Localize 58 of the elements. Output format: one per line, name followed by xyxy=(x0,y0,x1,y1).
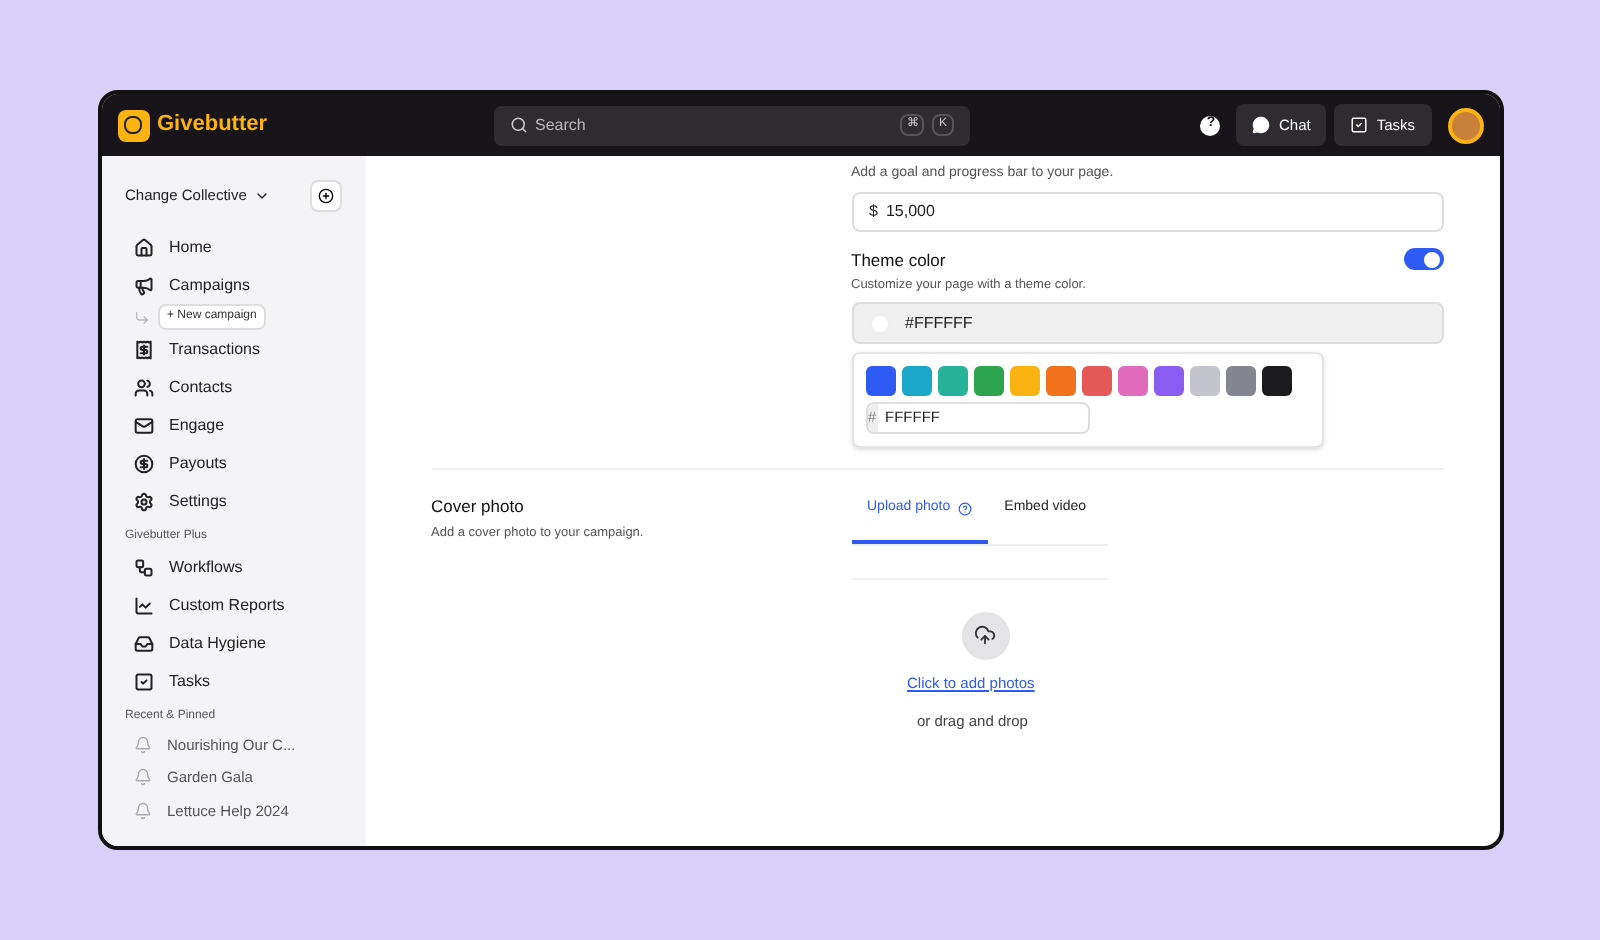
sidebar-item[interactable]: Tasks xyxy=(125,664,341,700)
color-swatch[interactable] xyxy=(1261,366,1291,396)
sidebar-item[interactable]: Home xyxy=(125,230,341,266)
goal-amount-field[interactable]: $ 15,000 xyxy=(851,191,1443,231)
search-input[interactable]: Search xyxy=(535,113,893,137)
color-swatch[interactable] xyxy=(1189,366,1219,396)
search-icon xyxy=(509,116,527,134)
checkbox-icon xyxy=(133,672,153,692)
checkbox-icon xyxy=(1350,116,1369,134)
house-icon xyxy=(133,238,153,258)
sidebar-item[interactable]: Campaigns xyxy=(125,268,341,304)
corner-arrow-icon xyxy=(133,309,149,325)
sidebar-item[interactable]: Engage xyxy=(125,408,341,444)
color-swatch[interactable] xyxy=(1081,366,1111,396)
color-swatch[interactable] xyxy=(937,366,967,396)
megaphone-icon xyxy=(133,276,153,296)
color-swatch[interactable] xyxy=(1009,366,1039,396)
chat-bubble-icon xyxy=(1252,116,1271,134)
sidebar-item[interactable]: Data Hygiene xyxy=(125,626,341,662)
chevron-down-icon xyxy=(254,188,271,204)
people-icon xyxy=(133,378,153,398)
add-button[interactable] xyxy=(309,180,341,212)
sidebar-item[interactable]: Payouts xyxy=(125,446,341,482)
dollar-coin-icon xyxy=(133,454,153,474)
color-swatch[interactable] xyxy=(1225,366,1255,396)
chart-icon xyxy=(133,596,153,616)
envelope-icon xyxy=(133,416,153,436)
cover-photo-title: Cover photo xyxy=(431,494,526,520)
color-swatch[interactable] xyxy=(973,366,1003,396)
theme-color-toggle[interactable] xyxy=(1403,248,1443,271)
receipt-icon xyxy=(133,340,153,360)
plus-circle-icon xyxy=(317,188,333,204)
color-swatch[interactable] xyxy=(1117,366,1147,396)
color-value: #FFFFFF xyxy=(905,311,973,335)
color-swatch[interactable] xyxy=(1045,366,1075,396)
sidebar-item[interactable]: Custom Reports xyxy=(125,588,341,624)
color-swatch[interactable] xyxy=(901,366,931,396)
logo-icon xyxy=(117,109,149,141)
bell-icon xyxy=(133,736,151,755)
avatar xyxy=(1447,107,1483,143)
sidebar-item[interactable]: Transactions xyxy=(125,332,341,368)
sidebar-item[interactable]: Workflows xyxy=(125,550,341,586)
bell-icon xyxy=(133,801,151,820)
sidebar-item[interactable]: Settings xyxy=(125,484,341,520)
upload-icon xyxy=(961,611,1009,659)
workflow-icon xyxy=(133,558,153,578)
logo-text: Givebutter xyxy=(157,110,268,141)
sidebar-item[interactable]: Contacts xyxy=(125,370,341,406)
settings-icon xyxy=(133,492,153,512)
color-swatch[interactable] xyxy=(1153,366,1183,396)
goal-amount-input[interactable]: 15,000 xyxy=(885,199,1425,223)
bell-icon xyxy=(133,768,151,787)
theme-color-field[interactable]: #FFFFFF xyxy=(851,302,1443,344)
theme-color-title: Theme color xyxy=(851,247,946,273)
tray-icon xyxy=(133,634,153,654)
help-icon xyxy=(958,501,973,516)
color-swatch[interactable] xyxy=(865,366,895,396)
currency-symbol: $ xyxy=(869,199,878,223)
